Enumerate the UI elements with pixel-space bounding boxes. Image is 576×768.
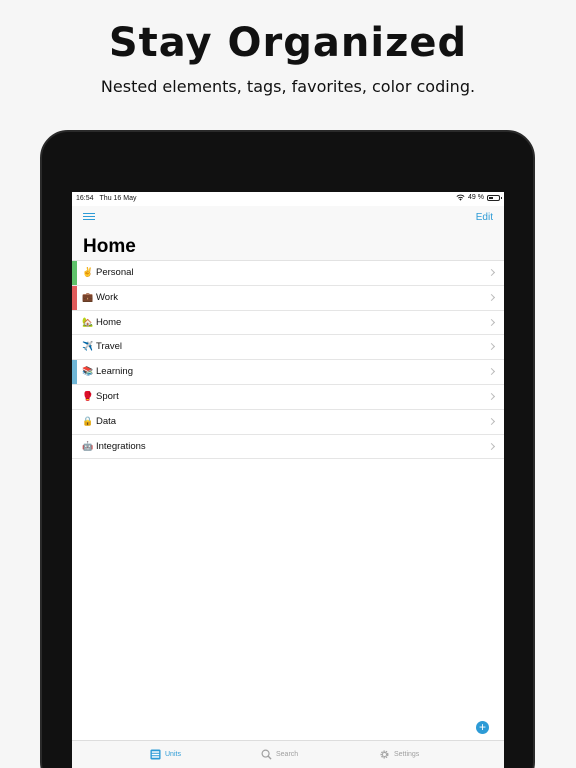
list-item-learning[interactable]: 📚 Learning — [72, 360, 504, 385]
chevron-right-icon — [487, 368, 496, 376]
hamburger-menu-icon[interactable] — [83, 213, 95, 223]
list-item-label: Learning — [96, 366, 133, 378]
list-item-label: Travel — [96, 341, 123, 353]
list-item-data[interactable]: 🔒 Data — [72, 409, 504, 435]
house-icon: 🏡 — [82, 316, 94, 327]
battery-percent: 49 % — [468, 194, 484, 201]
wifi-icon — [456, 194, 465, 201]
add-button[interactable]: + — [476, 721, 489, 734]
list-item-personal[interactable]: ✌️ Personal — [72, 261, 504, 286]
units-icon — [150, 749, 161, 760]
promo-subtitle: Nested elements, tags, favorites, color … — [100, 77, 476, 96]
color-tag — [72, 261, 77, 285]
search-icon — [261, 749, 272, 760]
battery-level — [489, 196, 494, 199]
navigation-bar: Edit Home — [72, 206, 504, 261]
list-item-integrations[interactable]: 🤖 Integrations — [72, 434, 504, 460]
page-title: Home — [83, 236, 136, 257]
chevron-right-icon — [487, 268, 496, 277]
tab-search[interactable]: Search — [261, 749, 298, 760]
list-item-home[interactable]: 🏡 Home — [72, 310, 504, 336]
edit-button[interactable]: Edit — [476, 212, 493, 223]
chevron-right-icon — [487, 442, 496, 450]
list-item-label: Home — [96, 316, 122, 328]
tab-units[interactable]: Units — [150, 749, 181, 760]
color-tag — [72, 360, 77, 384]
battery-icon — [487, 194, 502, 201]
tab-label: Units — [165, 751, 181, 758]
status-time: 16:54 — [76, 195, 94, 202]
list-item-label: Sport — [96, 390, 119, 402]
promo-title: Stay Organized — [108, 20, 468, 66]
color-tag — [72, 285, 77, 310]
robot-icon: 🤖 — [82, 440, 94, 451]
unit-list: ✌️ Personal 💼 Work 🏡 Home ✈️ Travel 📚 Learnin… — [72, 261, 504, 460]
chevron-right-icon — [487, 392, 496, 401]
list-item-label: Integrations — [96, 440, 146, 452]
status-date: Thu 16 May — [99, 195, 137, 202]
airplane-icon: ✈️ — [82, 341, 94, 352]
chevron-right-icon — [487, 293, 496, 301]
list-item-label: Data — [96, 415, 117, 427]
chevron-right-icon — [487, 417, 496, 425]
list-item-label: Personal — [96, 267, 134, 278]
list-item-sport[interactable]: 🥊 Sport — [72, 384, 504, 410]
list-item-label: Work — [96, 291, 118, 303]
chevron-right-icon — [487, 343, 496, 351]
app-screen: 16:54 Thu 16 May 49 % Edit Home ✌️ Persona… — [72, 192, 504, 768]
peace-hand-icon: ✌️ — [82, 267, 94, 277]
chevron-right-icon — [487, 318, 496, 326]
status-bar: 16:54 Thu 16 May 49 % — [72, 192, 504, 206]
tab-label: Search — [276, 751, 299, 758]
lock-icon: 🔒 — [82, 415, 94, 426]
tab-bar: Units Search Settings — [72, 740, 504, 768]
list-item-work[interactable]: 💼 Work — [72, 285, 504, 311]
books-icon: 📚 — [82, 366, 94, 377]
boxing-glove-icon: 🥊 — [82, 390, 94, 401]
tab-label: Settings — [394, 751, 420, 758]
list-item-travel[interactable]: ✈️ Travel — [72, 335, 504, 361]
gear-icon — [380, 750, 389, 759]
tab-settings[interactable]: Settings — [379, 749, 419, 760]
briefcase-icon: 💼 — [82, 291, 94, 302]
